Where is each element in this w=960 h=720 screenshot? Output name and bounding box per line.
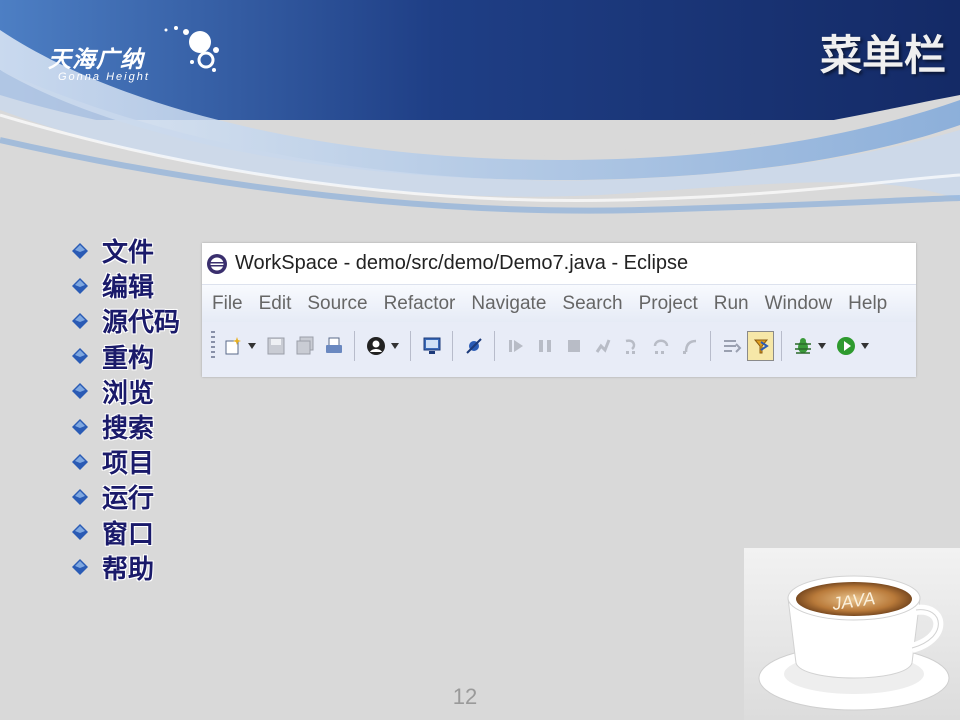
- company-logo: 天海广纳 Gonna Height: [48, 22, 223, 92]
- menu-run[interactable]: Run: [710, 293, 757, 315]
- logo-bubbles-icon: [164, 26, 219, 72]
- menu-project[interactable]: Project: [635, 293, 706, 315]
- slide-title: 菜单栏: [819, 31, 946, 80]
- eclipse-window-screenshot: WorkSpace - demo/src/demo/Demo7.java - E…: [202, 243, 916, 377]
- menu-edit[interactable]: Edit: [255, 293, 300, 315]
- menu-help[interactable]: Help: [844, 293, 895, 315]
- list-item: 浏览: [72, 374, 180, 409]
- step-return-icon[interactable]: [676, 331, 703, 361]
- java-coffee-cup-image: JAVA: [744, 548, 960, 720]
- menu-search[interactable]: Search: [558, 293, 630, 315]
- disconnect-icon[interactable]: [589, 331, 616, 361]
- diamond-bullet-icon: [72, 453, 88, 470]
- bullet-label: 项目: [102, 449, 155, 480]
- chevron-down-icon[interactable]: [860, 331, 870, 361]
- step-over-icon[interactable]: [647, 331, 674, 361]
- save-all-icon[interactable]: [291, 331, 318, 361]
- menu-source[interactable]: Source: [303, 293, 375, 315]
- suspend-icon[interactable]: [531, 331, 558, 361]
- toolbar-separator: [781, 331, 782, 361]
- use-step-filters-icon[interactable]: [747, 331, 774, 361]
- user-icon[interactable]: [362, 331, 389, 361]
- step-into-icon[interactable]: [618, 331, 645, 361]
- bullet-list: 文件 编辑 源代码 重构 浏览 搜索 项目 运行 窗口 帮助: [72, 233, 180, 585]
- bullet-label: 运行: [102, 484, 155, 515]
- bullet-label: 文件: [102, 238, 155, 269]
- save-icon[interactable]: [262, 331, 289, 361]
- monitor-icon[interactable]: [418, 331, 445, 361]
- list-item: 运行: [72, 479, 180, 514]
- diamond-bullet-icon: [72, 348, 88, 365]
- list-item: 重构: [72, 339, 180, 374]
- bullet-label: 搜索: [102, 414, 155, 445]
- chevron-down-icon[interactable]: [817, 331, 827, 361]
- debug-icon[interactable]: [789, 331, 816, 361]
- bullet-label: 源代码: [102, 308, 181, 339]
- menu-file[interactable]: File: [208, 293, 251, 315]
- list-item: 文件: [72, 233, 180, 268]
- logo-name-en: Gonna Height: [58, 71, 150, 83]
- diamond-bullet-icon: [72, 488, 88, 505]
- list-item: 帮助: [72, 550, 180, 585]
- diamond-bullet-icon: [72, 559, 88, 576]
- eclipse-toolbar: [202, 322, 916, 370]
- bullet-label: 编辑: [102, 273, 155, 304]
- bullet-label: 窗口: [102, 519, 155, 550]
- toolbar-grip[interactable]: [211, 331, 215, 361]
- list-item: 项目: [72, 444, 180, 479]
- bullet-label: 浏览: [102, 378, 155, 409]
- chevron-down-icon[interactable]: [390, 331, 400, 361]
- diamond-bullet-icon: [72, 418, 88, 435]
- bullet-label: 重构: [102, 343, 155, 374]
- list-item: 源代码: [72, 303, 180, 338]
- menu-window[interactable]: Window: [761, 293, 841, 315]
- eclipse-title-bar: WorkSpace - demo/src/demo/Demo7.java - E…: [202, 243, 916, 285]
- page-number: 12: [452, 684, 478, 709]
- toolbar-separator: [354, 331, 355, 361]
- terminate-icon[interactable]: [560, 331, 587, 361]
- toolbar-separator: [494, 331, 495, 361]
- new-wizard-icon[interactable]: [219, 331, 246, 361]
- logo-name-cn: 天海广纳: [48, 47, 144, 73]
- diamond-bullet-icon: [72, 383, 88, 400]
- drop-to-frame-icon[interactable]: [718, 331, 745, 361]
- diamond-bullet-icon: [72, 524, 88, 541]
- toolbar-separator: [410, 331, 411, 361]
- eclipse-menu-bar: File Edit Source Refactor Navigate Searc…: [202, 285, 916, 322]
- chevron-down-icon[interactable]: [247, 331, 257, 361]
- resume-icon[interactable]: [502, 331, 529, 361]
- list-item: 编辑: [72, 268, 180, 303]
- print-icon[interactable]: [320, 331, 347, 361]
- list-item: 窗口: [72, 515, 180, 550]
- toolbar-separator: [710, 331, 711, 361]
- list-item: 搜索: [72, 409, 180, 444]
- diamond-bullet-icon: [72, 277, 88, 294]
- diamond-bullet-icon: [72, 242, 88, 259]
- skip-breakpoints-icon[interactable]: [460, 331, 487, 361]
- run-icon[interactable]: [832, 331, 859, 361]
- menu-navigate[interactable]: Navigate: [467, 293, 554, 315]
- eclipse-app-icon: [207, 253, 227, 274]
- bullet-label: 帮助: [102, 554, 155, 585]
- diamond-bullet-icon: [72, 312, 88, 329]
- toolbar-separator: [452, 331, 453, 361]
- menu-refactor[interactable]: Refactor: [380, 293, 464, 315]
- eclipse-window-title: WorkSpace - demo/src/demo/Demo7.java - E…: [235, 252, 689, 274]
